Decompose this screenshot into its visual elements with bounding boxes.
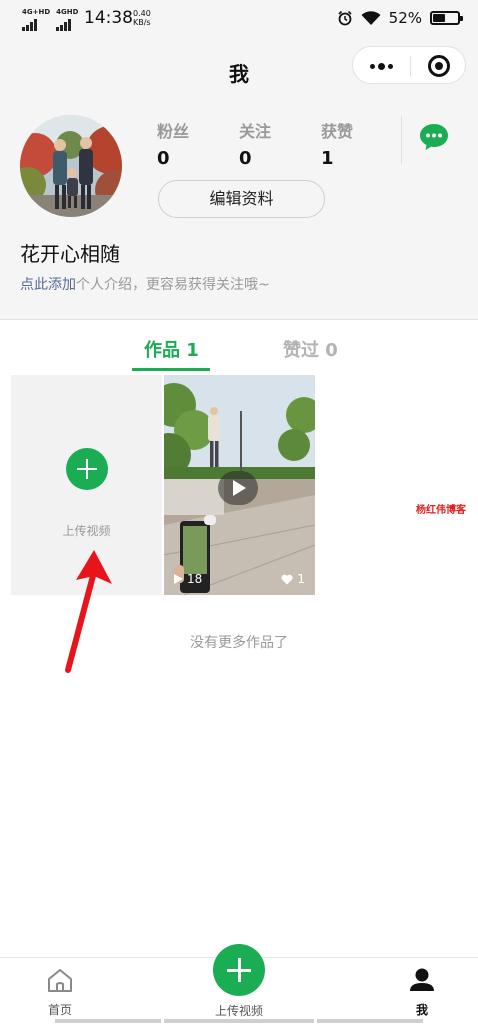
plus-icon: [66, 448, 108, 490]
tabbar-item-upload[interactable]: 上传视频: [189, 944, 289, 1024]
gesture-bar-segment: [55, 1019, 161, 1023]
avatar[interactable]: [20, 115, 122, 217]
like-count-value: 1: [297, 572, 305, 586]
no-more-works-text: 没有更多作品了: [190, 635, 288, 651]
close-button[interactable]: [411, 47, 467, 85]
network-type-1: 4G+HD: [22, 8, 51, 16]
tabbar-label-me: 我: [415, 1003, 428, 1017]
tab-liked[interactable]: 赞过 0: [283, 336, 338, 362]
play-count-value: 18: [187, 572, 203, 586]
active-tab-indicator: [132, 368, 210, 371]
edit-profile-button[interactable]: 编辑资料: [158, 180, 325, 218]
wifi-icon: [361, 11, 381, 25]
chat-bubble-icon[interactable]: [418, 122, 450, 152]
annotation-arrow-icon: [65, 550, 112, 673]
stat-label: 粉丝: [157, 122, 190, 141]
stats-row: 粉丝 0 关注 0 获赞 1: [157, 118, 403, 169]
sim2-signal: 4GHD: [56, 8, 78, 35]
watermark-text: 杨红伟博客: [416, 505, 466, 516]
gesture-bar-segment: [164, 1019, 314, 1023]
nickname: 花开心相随: [20, 242, 120, 266]
signal-bars-icon: [22, 19, 37, 31]
stat-fans[interactable]: 粉丝 0: [157, 118, 239, 169]
play-icon: [218, 471, 258, 505]
status-bar: 4G+HD 4GHD 14:38 0.40 KB/s 52%: [0, 0, 478, 36]
divider: [401, 116, 402, 164]
stat-value: 1: [321, 148, 334, 169]
target-circle-icon: [428, 55, 450, 77]
status-icons: 52%: [337, 9, 463, 27]
network-type-2: 4GHD: [56, 8, 79, 16]
plus-icon: [213, 944, 265, 996]
more-dots-icon: [370, 62, 393, 70]
video-thumbnail[interactable]: 18 1: [164, 375, 315, 595]
stat-label: 关注: [239, 122, 272, 141]
tab-works[interactable]: 作品 1: [144, 336, 199, 362]
play-count-icon: [174, 574, 183, 584]
profile-header: 粉丝 0 关注 0 获赞 1 编辑资料 花开心相随 点此添加个人介绍，更容易获得…: [0, 100, 478, 320]
nav-bar: 我: [0, 36, 478, 100]
more-button[interactable]: [353, 47, 410, 85]
stat-likes-received[interactable]: 获赞 1: [321, 118, 403, 169]
stat-following[interactable]: 关注 0: [239, 118, 321, 169]
clock: 14:38: [84, 8, 133, 28]
upload-video-label: 上传视频: [62, 524, 111, 538]
stat-value: 0: [157, 148, 170, 169]
bio-prompt: 点此添加个人介绍，更容易获得关注哦~: [20, 274, 270, 294]
tabbar-item-me[interactable]: 我: [362, 958, 478, 1024]
speed-unit: KB/s: [133, 18, 151, 27]
tabbar-item-home[interactable]: 首页: [0, 958, 120, 1024]
avatar-photo: [20, 115, 122, 217]
content-tabs: 作品 1 赞过 0: [0, 320, 478, 374]
home-icon: [0, 967, 120, 993]
add-bio-link[interactable]: 点此添加: [20, 277, 76, 293]
gesture-bar-segment: [317, 1019, 423, 1023]
miniprogram-capsule: [352, 46, 466, 84]
play-count: 18: [174, 572, 202, 586]
tabbar-label-home: 首页: [47, 1003, 72, 1017]
heart-icon: [281, 574, 293, 584]
speed-value: 0.40: [133, 9, 151, 18]
bio-hint: 个人介绍，更容易获得关注哦~: [76, 277, 270, 293]
alarm-icon: [338, 10, 352, 26]
like-count: 1: [281, 572, 305, 586]
signal-bars-icon: [56, 19, 71, 31]
tabbar-label-upload: 上传视频: [214, 1004, 263, 1018]
bottom-tab-bar: 首页 上传视频 我: [0, 944, 478, 1024]
person-icon: [362, 967, 478, 993]
stat-value: 0: [239, 148, 252, 169]
sim1-signal: 4G+HD: [22, 8, 50, 35]
stat-label: 获赞: [321, 122, 354, 141]
battery-fill: [433, 14, 446, 22]
battery-icon: [430, 11, 463, 25]
network-speed: 0.40 KB/s: [133, 9, 151, 27]
battery-percent: 52%: [388, 9, 422, 27]
signal-group: 4G+HD 4GHD: [22, 8, 78, 35]
